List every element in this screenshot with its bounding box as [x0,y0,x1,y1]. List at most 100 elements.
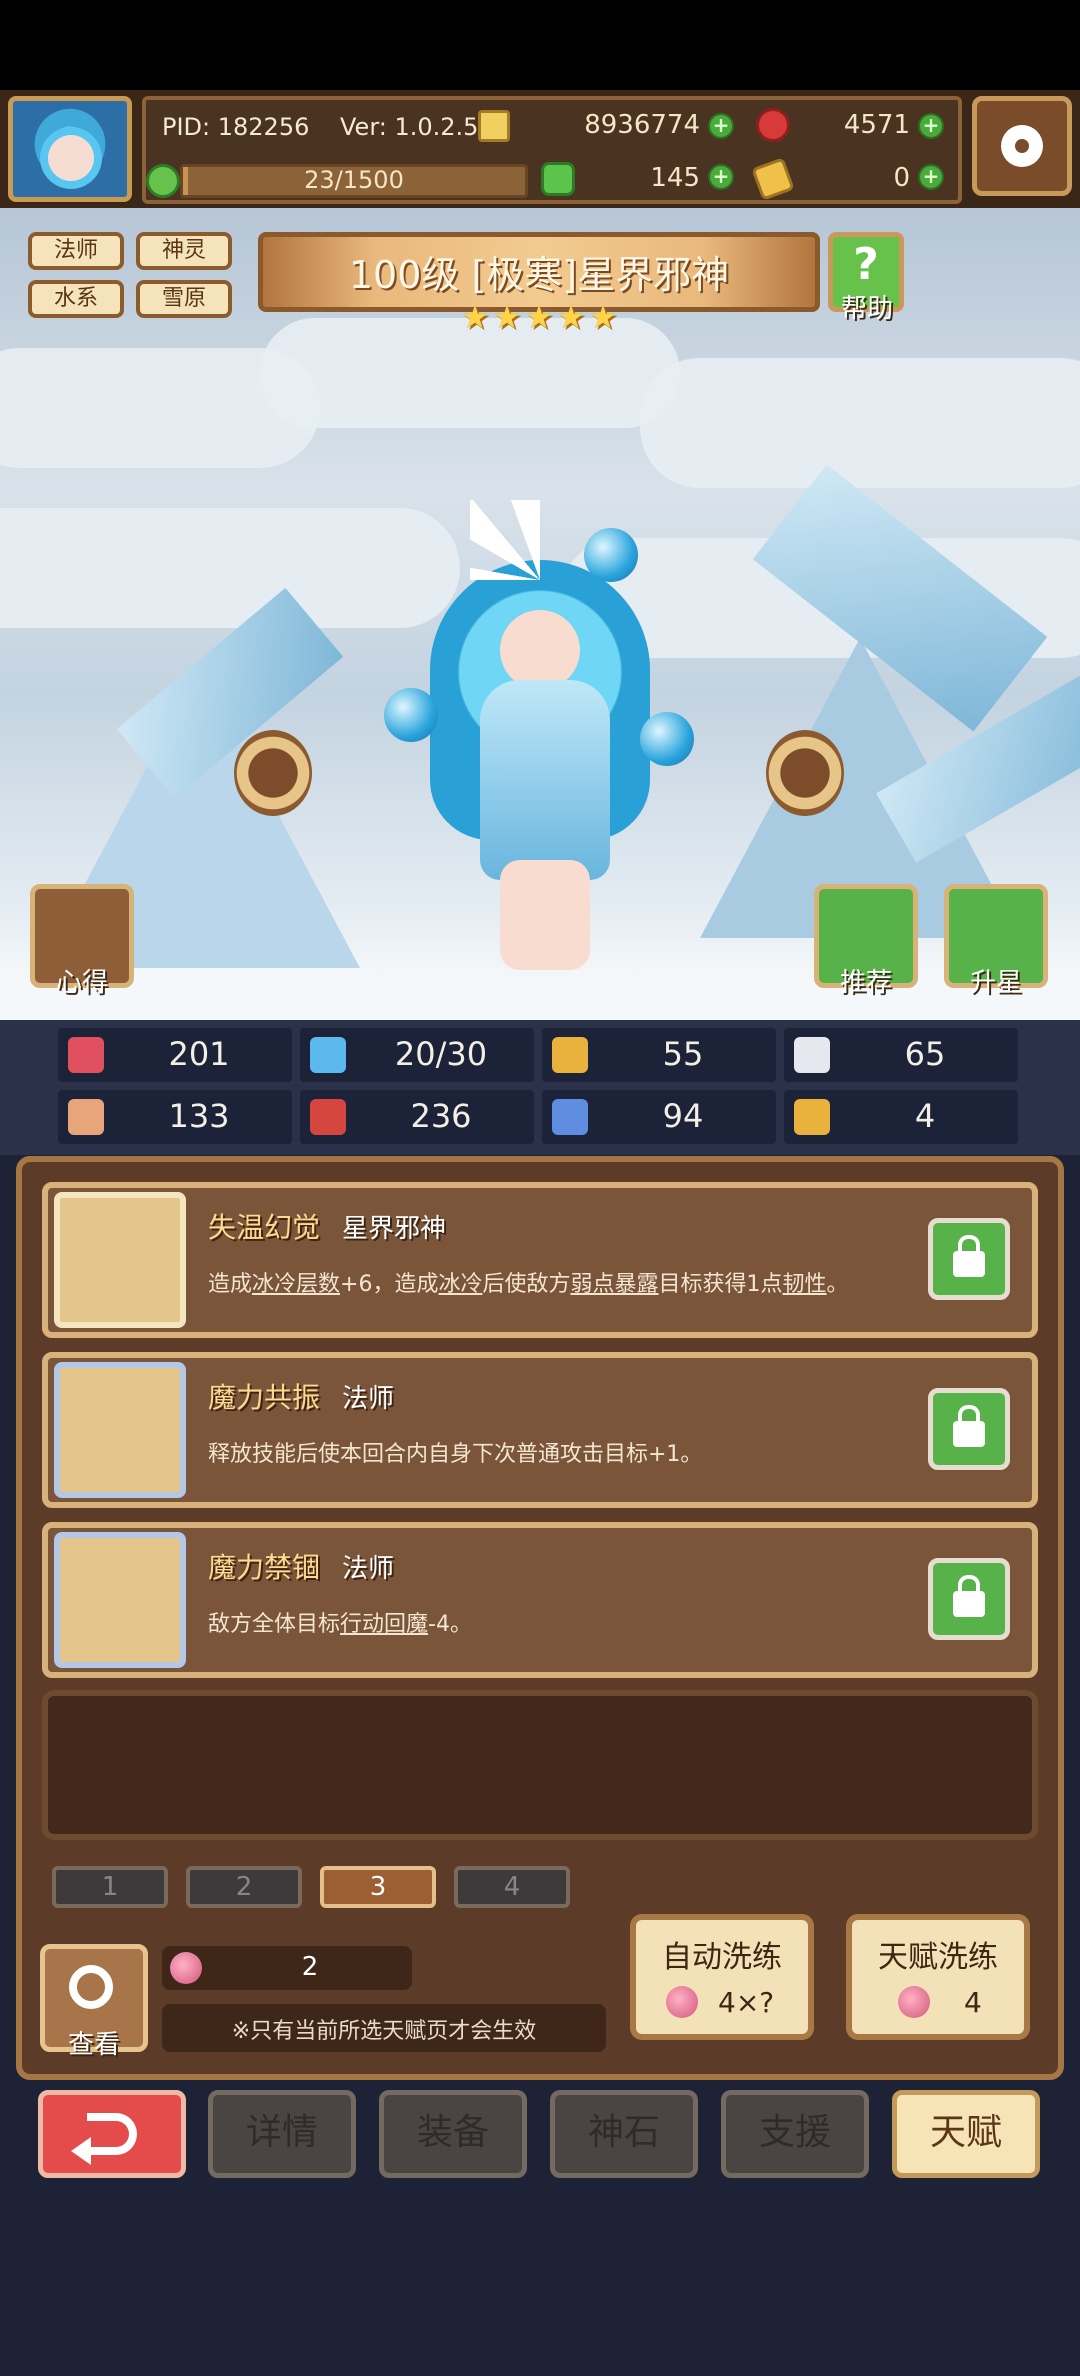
nav-details-button[interactable]: 详情 [208,2090,356,2178]
stat-value: 55 [662,1035,704,1073]
fist-icon [68,1099,104,1135]
description-text: 释放技能后使本回合内自身下次普通攻击目标+1。 [208,1442,703,1467]
description-text: 后使敌方 [482,1272,571,1297]
coin-icon [478,110,510,142]
empty-talent-slot [42,1690,1038,1840]
talent-tag: 法师 [342,1554,395,1584]
fruit-icon [898,1986,930,2018]
keyword-link[interactable]: 韧性 [783,1272,827,1297]
talent-name: 失温幻觉 [208,1211,321,1244]
auto-wash-button[interactable]: 自动洗练 4×? [630,1914,814,2040]
keyword-link[interactable]: 冰冷层数 [252,1272,340,1297]
nav-equipment-button[interactable]: 装备 [379,2090,527,2178]
keyword-link[interactable]: 行动回魔 [340,1612,428,1637]
talent-page-tab-1[interactable]: 1 [52,1866,168,1908]
stat-value: 65 [904,1035,946,1073]
description-text: 敌方全体目标 [208,1612,341,1637]
talent-tag: 法师 [342,1384,395,1414]
star-up-label: 升星 [969,968,1022,998]
hero-tag-race[interactable]: 神灵 [136,232,232,270]
back-button[interactable] [38,2090,186,2178]
stat-value: 133 [168,1097,230,1135]
talent-name: 魔力共振 [208,1381,321,1414]
stat-cell: 55 [542,1028,776,1082]
back-arrow-icon [71,2113,137,2165]
water-drop-icon [310,1037,346,1073]
recommend-label: 推荐 [839,968,892,998]
description-text: 造成 [208,1272,253,1297]
player-avatar[interactable] [8,96,132,202]
star-icon: ★ [588,298,618,336]
key-amount: 0 [893,163,910,193]
fruit-icon [666,1986,698,2018]
horseshoe-icon [794,1099,830,1135]
rune-stone-left[interactable] [234,730,312,816]
talent-page-tab-4[interactable]: 4 [454,1866,570,1908]
gold-amount: 8936774 [584,110,700,140]
keyword-link[interactable]: 冰冷 [438,1272,482,1297]
hero-tag-element[interactable]: 水系 [28,280,124,318]
talent-wash-label: 天赋洗练 [878,1940,998,1975]
nav-support-button[interactable]: 支援 [721,2090,869,2178]
stat-value: 201 [168,1035,230,1073]
hero-title: 100级 [极寒]星界邪神 [348,253,730,297]
stat-value: 94 [662,1097,704,1135]
add-key-icon[interactable]: + [918,164,944,190]
hero-tag-class[interactable]: 法师 [28,232,124,270]
hero-face [500,610,580,690]
stat-cell: 4 [784,1090,1018,1144]
add-clover-icon[interactable]: + [708,164,734,190]
nav-talent-button[interactable]: 天赋 [892,2090,1040,2178]
insight-label: 心得 [55,968,108,998]
water-orb [640,712,694,766]
talent-card[interactable]: 魔力禁锢 法师敌方全体目标行动回魔-4。 [42,1522,1038,1678]
hero-tag-terrain[interactable]: 雪原 [136,280,232,318]
clover-amount: 145 [650,163,700,193]
description-text: +6，造成 [340,1272,439,1297]
stat-value: 4 [914,1097,936,1135]
fruit-icon [170,1952,202,1984]
exp-value: 23/1500 [304,166,404,194]
exp-icon [146,164,180,198]
talent-lock-button[interactable] [928,1218,1010,1300]
heart-icon [68,1037,104,1073]
stat-cell: 20/30 [300,1028,534,1082]
game-version: Ver: 1.0.2.5 [340,113,479,141]
gear-icon [1001,125,1043,167]
keyword-link[interactable]: 弱点暴露 [571,1272,659,1297]
star-icon [54,1192,186,1328]
talent-tag: 星界邪神 [342,1214,447,1244]
talent-page-tab-3[interactable]: 3 [320,1866,436,1908]
rune-stone-right[interactable] [766,730,844,816]
help-label: 帮助 [840,294,893,324]
talent-lock-button[interactable] [928,1558,1010,1640]
boot-icon [552,1099,588,1135]
lock-icon [953,1405,985,1447]
talent-lock-button[interactable] [928,1388,1010,1470]
water-orb [384,688,438,742]
hero-dress [480,680,610,880]
talent-wash-button[interactable]: 天赋洗练 4 [846,1914,1030,2040]
settings-button[interactable] [972,96,1072,196]
talent-page-tab-2[interactable]: 2 [186,1866,302,1908]
talent-card[interactable]: 魔力共振 法师释放技能后使本回合内自身下次普通攻击目标+1。 [42,1352,1038,1508]
hero-legs [500,860,590,970]
view-label: 查看 [67,2030,120,2060]
nav-god-stone-button[interactable]: 神石 [550,2090,698,2178]
stat-cell: 133 [58,1090,292,1144]
auto-wash-label: 自动洗练 [662,1940,782,1975]
talent-card[interactable]: 失温幻觉 星界邪神 造成冰冷层数+6，造成冰冷后使敌方弱点暴露目标获得1点韧性。 [42,1182,1038,1338]
star-icon: ★ [492,298,522,336]
lock-icon [953,1575,985,1617]
stat-value: 236 [410,1097,472,1135]
add-gold-icon[interactable]: + [708,113,734,139]
talent-page-note: ※只有当前所选天赋页才会生效 [231,2019,537,2044]
description-text: 目标获得1点 [658,1272,783,1297]
talent-name: 魔力禁锢 [208,1551,321,1584]
add-gem-icon[interactable]: + [918,113,944,139]
stat-cell: 94 [542,1090,776,1144]
staff-icon [54,1532,186,1668]
description-text: -4。 [428,1612,472,1637]
book-icon [310,1099,346,1135]
shield-icon [552,1037,588,1073]
